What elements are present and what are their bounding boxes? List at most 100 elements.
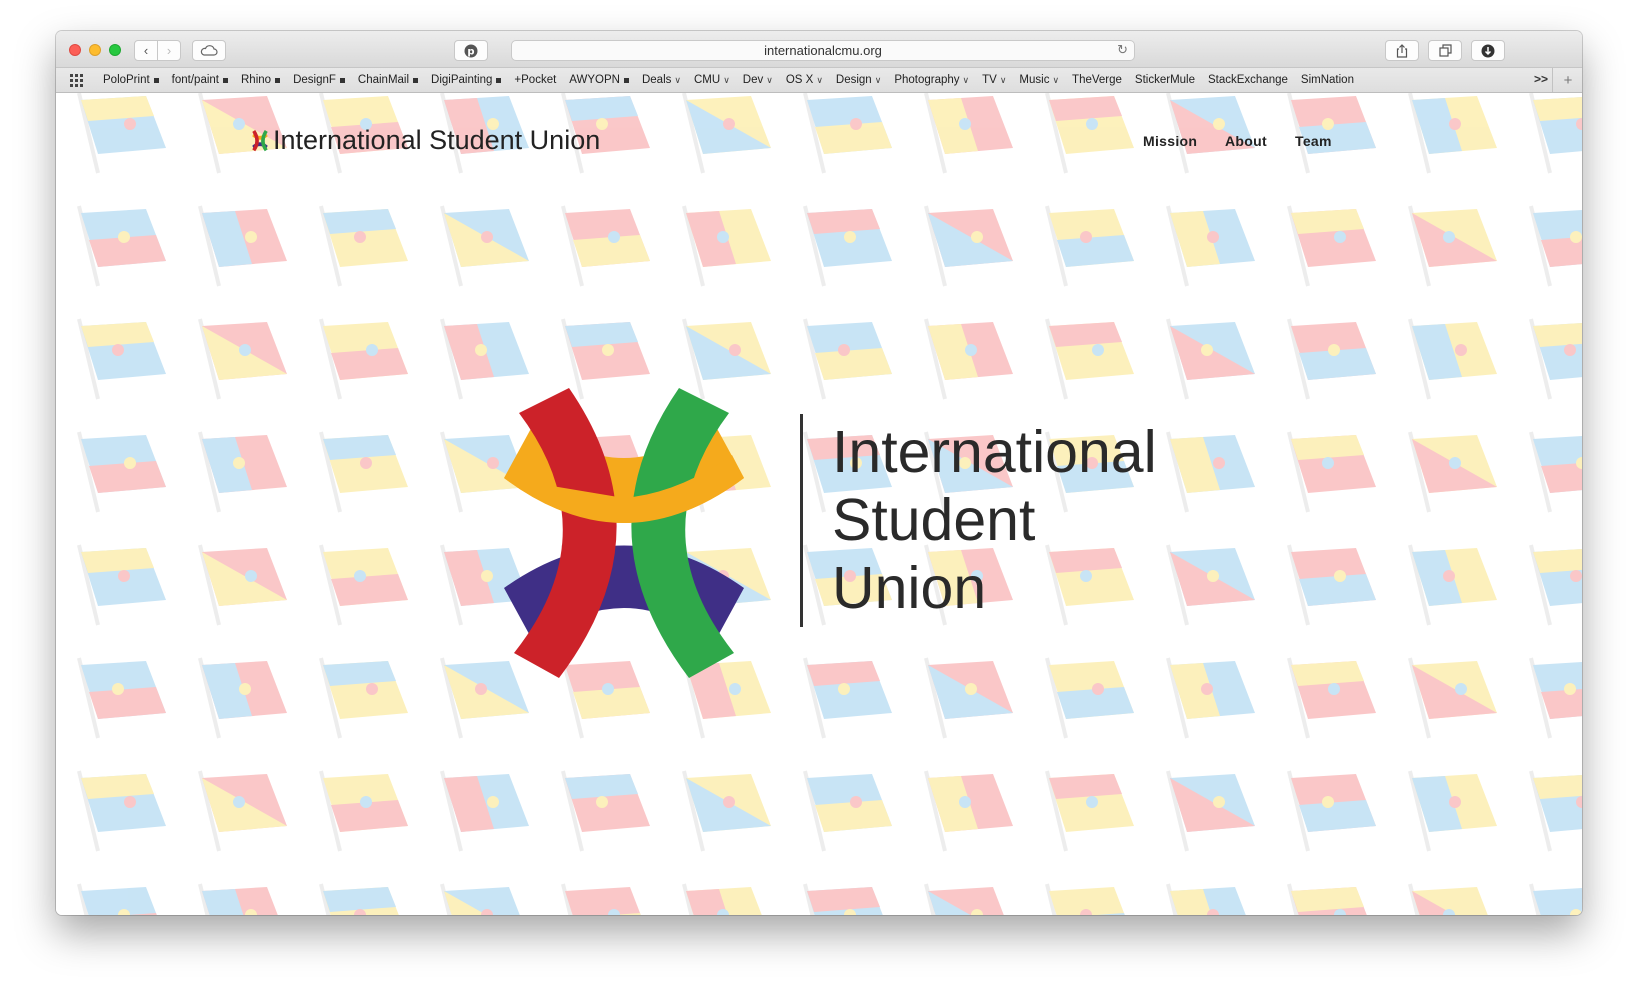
title-bar: ‹ › p internationalcmu.org ↻ [56, 31, 1582, 68]
bookmark-label: Dev [742, 74, 764, 86]
bookmarks-bar: PoloPrint font/paint Rhino DesignF ChainMail… [56, 68, 1582, 93]
close-window-button[interactable] [69, 44, 81, 56]
folder-square-icon [496, 77, 502, 83]
bookmark-item[interactable]: TV ∨ [982, 74, 1006, 86]
background-flag [77, 544, 166, 626]
bookmark-label: Music [1019, 74, 1050, 86]
bookmark-label: SimNation [1300, 74, 1354, 86]
background-flag [77, 431, 166, 513]
icloud-tabs-button[interactable] [192, 40, 226, 61]
pinterest-button[interactable]: p [454, 40, 488, 61]
reload-icon[interactable]: ↻ [1117, 42, 1128, 58]
background-flag [1045, 318, 1134, 400]
bookmark-item[interactable]: Design ∨ [836, 74, 881, 86]
background-flag [924, 93, 1013, 174]
bookmark-item[interactable]: Deals ∨ [642, 74, 681, 86]
icloud-icon [200, 45, 218, 56]
bookmark-label: Photography [894, 74, 960, 86]
tabs-icon [1438, 44, 1452, 57]
background-flag [198, 883, 278, 915]
background-flag [1529, 883, 1582, 915]
background-flag [561, 770, 650, 852]
svg-text:p: p [467, 46, 474, 57]
hero-title: International Student Union [832, 418, 1157, 622]
new-tab-button[interactable]: + [1552, 68, 1582, 92]
bookmark-item[interactable]: font/paint [172, 74, 228, 86]
bookmark-label: ChainMail [357, 74, 410, 86]
background-flag [77, 93, 166, 174]
background-flag [1045, 205, 1134, 287]
bookmark-item[interactable]: Rhino [241, 74, 281, 86]
background-flag [1529, 544, 1582, 626]
tab-overview-button[interactable] [1428, 40, 1462, 61]
background-flag [682, 93, 771, 174]
background-flag [1408, 318, 1497, 400]
hero-title-line-2: Student [832, 487, 1036, 553]
bookmark-item[interactable]: Photography ∨ [894, 74, 969, 86]
background-flag [924, 770, 1013, 852]
bookmark-item[interactable]: DesignF [293, 74, 345, 86]
chevron-down-icon: ∨ [766, 74, 773, 85]
background-flag [924, 318, 1013, 400]
bookmark-item[interactable]: OS X ∨ [786, 74, 823, 86]
background-flag [1408, 544, 1497, 626]
chevron-down-icon: ∨ [962, 74, 970, 85]
bookmark-label: OS X [785, 74, 814, 86]
folder-square-icon [275, 77, 281, 83]
chevron-down-icon: ∨ [674, 74, 681, 85]
bookmark-item[interactable]: DigiPainting [431, 74, 502, 86]
bookmarks-overflow-button[interactable]: >> [1534, 72, 1548, 86]
bookmark-item[interactable]: StackExchange [1208, 74, 1288, 86]
background-flag [319, 883, 399, 915]
background-flag [1166, 883, 1246, 915]
grid-icon[interactable] [70, 73, 84, 87]
bookmark-label: StickerMule [1134, 74, 1195, 86]
folder-square-icon [623, 77, 629, 83]
background-flag [440, 205, 529, 287]
background-flag [440, 883, 520, 915]
background-flag [77, 318, 166, 400]
bookmark-item[interactable]: AWYOPN [569, 74, 629, 86]
bookmark-item[interactable]: PoloPrint [103, 74, 159, 86]
background-flag [1287, 657, 1376, 739]
background-flag [803, 883, 883, 915]
plus-icon: + [1563, 71, 1573, 89]
forward-button[interactable]: › [157, 40, 181, 61]
bookmark-item[interactable]: Dev ∨ [743, 74, 773, 86]
minimize-window-button[interactable] [89, 44, 101, 56]
share-button[interactable] [1385, 40, 1419, 61]
background-flag [1529, 657, 1582, 739]
nav-team[interactable]: Team [1295, 133, 1332, 149]
bookmark-item[interactable]: ChainMail [357, 74, 419, 86]
background-flag [1287, 431, 1376, 513]
bookmark-item[interactable]: StickerMule [1135, 74, 1195, 86]
background-flag [561, 205, 650, 287]
nav-about[interactable]: About [1225, 133, 1267, 149]
zoom-window-button[interactable] [109, 44, 121, 56]
bookmark-label: Design [835, 74, 872, 86]
address-bar[interactable]: internationalcmu.org ↻ [511, 40, 1135, 61]
hero-title-line-3: Union [832, 555, 987, 621]
back-button[interactable]: ‹ [134, 40, 158, 61]
bookmark-item[interactable]: +Pocket [514, 74, 556, 86]
chevron-down-icon: ∨ [816, 74, 823, 85]
hero-logo-mark-icon [504, 388, 744, 678]
bookmark-item[interactable]: SimNation [1301, 74, 1354, 86]
bookmark-item[interactable]: TheVerge [1072, 74, 1122, 86]
share-icon [1396, 43, 1408, 58]
background-flag [1166, 431, 1255, 513]
site-logo[interactable]: International Student Union [249, 125, 600, 156]
background-flag [1408, 657, 1497, 739]
bookmark-label: StackExchange [1208, 74, 1288, 86]
background-flag [1166, 770, 1255, 852]
background-flag [1408, 770, 1497, 852]
chevron-down-icon: ∨ [1052, 74, 1060, 85]
downloads-button[interactable] [1471, 40, 1505, 61]
background-flag [198, 205, 287, 287]
nav-mission[interactable]: Mission [1143, 133, 1197, 149]
bookmark-label: TV [982, 74, 997, 86]
background-flag [319, 657, 408, 739]
bookmark-item[interactable]: CMU ∨ [694, 74, 730, 86]
background-flag [803, 93, 892, 174]
bookmark-item[interactable]: Music ∨ [1019, 74, 1059, 86]
